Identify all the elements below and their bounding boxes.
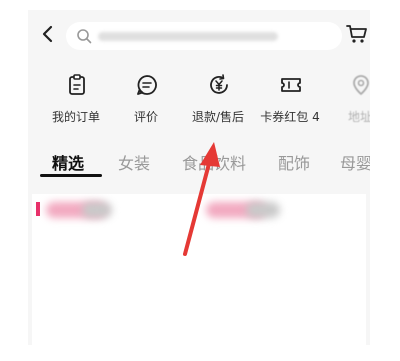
menu-item-refund[interactable]: 退款/售后 bbox=[182, 74, 254, 140]
menu-item-label: 评价 bbox=[133, 110, 158, 124]
tab-womens-clothing[interactable]: 女装 bbox=[118, 150, 150, 174]
category-tabs: 精选 女装 食品饮料 配饰 母婴 bbox=[28, 144, 370, 184]
menu-item-label: 我的订单 bbox=[51, 110, 100, 124]
search-bar[interactable] bbox=[66, 22, 342, 50]
card-accent-bar bbox=[36, 202, 40, 216]
menu-item-coupons[interactable]: 卡券红包 4 bbox=[254, 74, 326, 140]
top-bar bbox=[28, 10, 370, 62]
tab-maternity[interactable]: 母婴 bbox=[340, 150, 370, 174]
back-chevron-icon[interactable] bbox=[38, 24, 58, 44]
tab-food-drinks[interactable]: 食品饮料 bbox=[182, 150, 246, 174]
blurred-content bbox=[246, 202, 280, 218]
tab-accessories[interactable]: 配饰 bbox=[278, 150, 310, 174]
review-icon bbox=[137, 75, 157, 95]
tab-featured[interactable]: 精选 bbox=[52, 150, 84, 174]
menu-item-orders[interactable]: 我的订单 bbox=[40, 74, 112, 140]
refund-yen-icon bbox=[210, 74, 228, 94]
menu-item-label: 卡券红包 4 bbox=[260, 110, 320, 124]
menu-item-label: 退款/售后 bbox=[191, 110, 245, 124]
menu-item-address[interactable]: 地址 bbox=[324, 74, 370, 140]
cart-icon[interactable] bbox=[346, 24, 368, 44]
search-icon bbox=[77, 29, 92, 44]
coupon-icon bbox=[281, 78, 301, 92]
app-screen: 我的订单 评价 退款/售后 卡券红包 4 地址 精选 女装 食品饮料 配饰 母婴 bbox=[28, 10, 370, 345]
menu-item-label: 地址 bbox=[347, 110, 370, 124]
blurred-content bbox=[82, 202, 112, 218]
product-card-blurred[interactable] bbox=[32, 194, 366, 345]
order-list-icon bbox=[69, 74, 85, 95]
menu-item-reviews[interactable]: 评价 bbox=[110, 74, 182, 140]
search-placeholder-text bbox=[98, 32, 278, 41]
order-shortcut-menu: 我的订单 评价 退款/售后 卡券红包 4 地址 bbox=[28, 74, 370, 140]
active-tab-underline bbox=[40, 174, 102, 177]
location-icon bbox=[353, 75, 369, 96]
